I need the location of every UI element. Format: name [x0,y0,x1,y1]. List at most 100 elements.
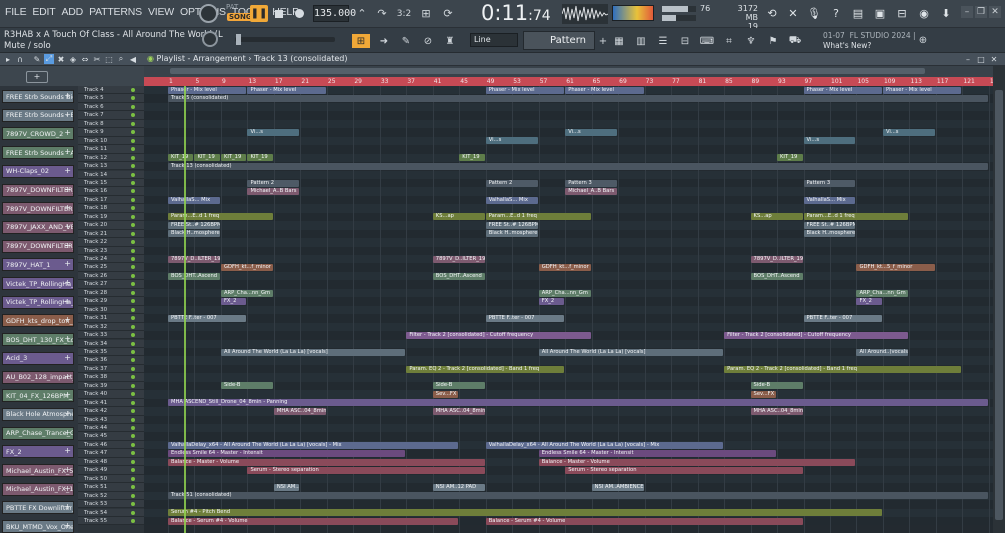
track-mute-led[interactable] [131,206,135,211]
step-edit-button[interactable]: ⊞ [417,5,435,22]
track-mute-led[interactable] [131,409,135,414]
channel-rack-button[interactable]: ▦ [612,34,626,48]
track-mute-led[interactable] [131,197,135,202]
picker-item[interactable]: KIT_04_FX_126BPM_ + [2,389,74,403]
pattern-clip[interactable]: Side-B [432,382,485,390]
pattern-clip[interactable]: BOS_DHT..Ascend [432,272,485,280]
pattern-clip[interactable]: KIT_19 [247,154,273,162]
pattern-clip[interactable]: Michael_A..B Bars [565,188,618,196]
pattern-clip[interactable]: Param...E..d 1 freq [803,213,909,221]
pattern-clip[interactable]: Filter - Track 2 [consolidated] - Cutoff… [724,331,909,339]
pattern-clip[interactable]: Vi...s [485,137,538,145]
track-mute-led[interactable] [131,130,135,135]
pattern-clip[interactable]: ARP_Cha...nn_Gm [220,289,273,297]
track-row[interactable] [144,432,993,441]
pattern-clip[interactable]: Side-B [750,382,803,390]
track-mute-led[interactable] [131,147,135,152]
countdown-button[interactable]: 3:2 [395,5,413,22]
pattern-clip[interactable]: BOS_DHT..Ascend [168,272,220,280]
menu-view[interactable]: VIEW [145,6,177,18]
track-mute-led[interactable] [131,240,135,245]
pattern-clip[interactable]: GDFH_kt...f_minor [538,264,591,272]
track-mute-led[interactable] [131,248,135,253]
pattern-clip[interactable]: Endless Smile 64 - Master - Intensit [538,450,777,458]
news-globe-button[interactable]: ⊕ [916,33,930,47]
track-header[interactable]: Track 33 [78,331,144,340]
pattern-clip[interactable]: All Around..(vocals) [856,348,909,356]
pattern-clip[interactable]: KIT_19 [459,154,485,162]
news-link[interactable]: What's New? [823,41,871,50]
horizontal-scrollbar[interactable] [170,68,925,74]
mixer-window-button[interactable]: ☰ [656,34,670,48]
playlist-minimize[interactable]: – [963,54,973,64]
track-row[interactable] [144,119,993,129]
track-row[interactable] [144,305,993,315]
playlist-grid[interactable]: Phaser - Mix level Phaser - Mix level Phas… [144,86,993,533]
master-pitch-knob[interactable] [199,4,218,23]
track-mute-led[interactable] [131,223,135,228]
timeline[interactable]: 1 5 9 13 17 21 25 29 33 37 41 45 49 53 57 61 65 69 73 77 81 8… [144,66,993,86]
picker-item[interactable]: FREE Strb Sounds - B_ + [2,108,74,122]
menu-patterns[interactable]: PATTERNS [86,6,145,18]
track-mute-led[interactable] [131,366,135,371]
close-window-button[interactable]: ✕ [989,6,1001,18]
track-header[interactable]: Track 20 [78,221,144,230]
draw-mode-button[interactable]: ➜ [377,34,391,48]
track-mute-led[interactable] [131,257,135,261]
track-mute-led[interactable] [131,164,135,169]
pattern-clip[interactable]: Sev...FX [750,390,777,398]
view-mode-button[interactable]: ▤ [850,5,866,21]
pattern-clip[interactable]: Endless Smile 64 - Master - Intensit [168,450,406,458]
vertical-scrollbar-thumb[interactable] [995,90,1003,520]
track-mute-led[interactable] [131,307,135,312]
track-row[interactable] [144,474,993,484]
track-header[interactable]: Track 11 [78,145,144,154]
track-header[interactable]: Track 18 [78,204,144,213]
loop-record-button[interactable]: ⟳ [439,5,457,22]
picker-item[interactable]: Michael_Austin_FX_5_ + [2,464,74,477]
track-mute-led[interactable] [131,476,135,481]
track-row[interactable] [144,221,993,230]
song-position-time[interactable]: 0:11:74 [481,1,551,25]
pattern-clip[interactable]: PBTTE F..ter - 007 [168,314,247,322]
track-mute-led[interactable] [131,121,135,126]
draw-tool[interactable]: ✎ [32,54,42,64]
track-header[interactable]: Track 27 [78,280,144,289]
track-header[interactable]: Track 12 [78,153,144,163]
track-header[interactable]: Track 55 [78,516,144,526]
track-mute-led[interactable] [131,113,135,118]
track-header[interactable]: Track 10 [78,136,144,146]
track-mute-led[interactable] [131,426,135,430]
pattern-clip[interactable]: ValhallaS... Mix [485,196,538,204]
stamp-tool-button[interactable]: ♜ [443,34,457,48]
track-header[interactable]: Track 28 [78,288,144,298]
mute-tool[interactable]: ◈ [68,54,78,64]
pattern-clip[interactable]: Track 13 (consolidated) [168,162,988,170]
track-row[interactable] [144,500,993,509]
track-header[interactable]: Track 7 [78,111,144,120]
track-mute-led[interactable] [131,172,135,177]
pattern-clip[interactable]: Serum - Stereo separation [565,466,803,474]
pattern-clip[interactable]: Serum #4 - Pitch Bend [168,509,882,517]
track-row[interactable] [144,102,993,112]
track-header[interactable]: Track 8 [78,119,144,129]
pattern-clip[interactable]: Track 5 (consolidated) [168,95,988,103]
pattern-clip[interactable]: NSI AM..AMBIENCE PAD [273,483,300,491]
picker-item[interactable]: 7897V_DOWNFILTER_ + [2,202,74,216]
track-header[interactable]: Track 51 [78,483,144,492]
master-volume-handle[interactable] [236,34,241,45]
track-row[interactable] [144,407,993,416]
picker-item[interactable]: 7897V_HAT_1 + [2,258,74,272]
track-mute-led[interactable] [131,383,135,388]
track-header[interactable]: Track 50 [78,474,144,484]
pattern-clip[interactable]: Vi...s [882,128,935,136]
pattern-clip[interactable]: Phaser - Mix level [882,86,962,94]
pattern-clip[interactable]: FX_2 [538,297,565,305]
touch-keyboard-button[interactable]: ⌗ [722,34,736,48]
select-tool[interactable]: ⬚ [104,54,114,64]
track-header[interactable]: Track 30 [78,305,144,315]
pattern-clip[interactable]: Vi...s [247,128,300,136]
pattern-clip[interactable]: KS...ap [432,213,485,221]
piano-roll-button[interactable]: ▥ [634,34,648,48]
pattern-clip[interactable]: ARP_Cha...nn_Gm [538,289,591,297]
